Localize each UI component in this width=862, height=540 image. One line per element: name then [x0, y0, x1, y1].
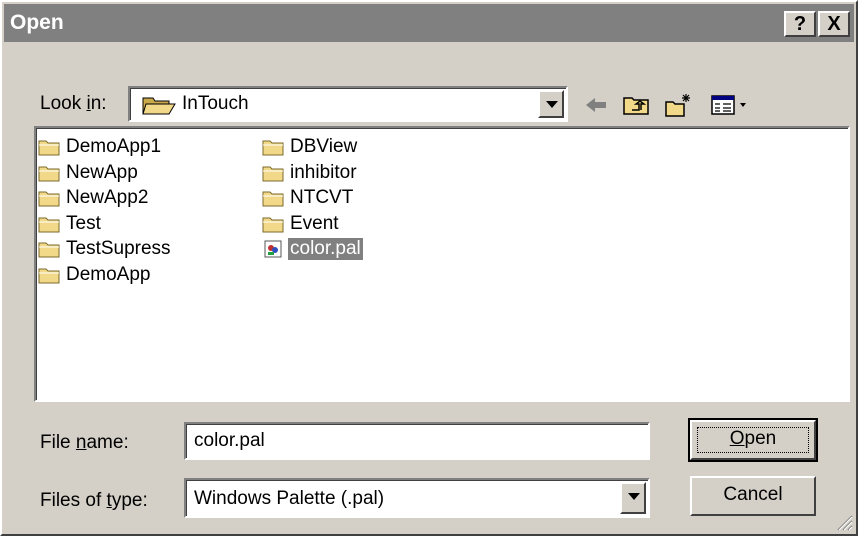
open-button[interactable]: Open [688, 418, 818, 462]
file-type-dropdown-button[interactable] [620, 482, 646, 514]
up-one-level-icon[interactable] [622, 92, 650, 118]
file-name-value: color.pal [194, 430, 265, 451]
cancel-button[interactable]: Cancel [690, 476, 816, 516]
open-folder-icon [142, 97, 176, 115]
open-dialog: Open ? X Look in: InTouch DemoApp1 NewApp… [0, 0, 858, 536]
resize-grip-icon[interactable] [834, 512, 854, 532]
file-name-text: DBView [290, 136, 358, 157]
look-in-value: InTouch [182, 93, 249, 114]
file-type-value: Windows Palette (.pal) [194, 488, 385, 509]
look-in-label: Look in: [40, 93, 107, 114]
file-name-text: Event [290, 212, 339, 234]
view-menu-icon[interactable] [710, 92, 750, 118]
file-name-text: DemoApp [66, 263, 151, 285]
file-list[interactable]: DemoApp1 NewApp NewApp2 Test TestSupress Demo… [34, 126, 850, 402]
file-name-text: TestSupress [66, 238, 171, 259]
folder-icon [38, 268, 60, 283]
file-name-input[interactable]: color.pal [184, 422, 650, 460]
folder-icon [38, 217, 60, 232]
back-arrow-icon[interactable] [582, 92, 610, 118]
folder-icon [262, 217, 284, 232]
look-in-combobox[interactable]: InTouch [128, 86, 568, 122]
file-name-text: color.pal [288, 238, 363, 260]
folder-icon [262, 140, 284, 156]
file-name-text: NTCVT [290, 187, 354, 208]
folder-icon [38, 140, 60, 156]
folder-icon [38, 242, 60, 258]
title-bar[interactable]: Open ? X [4, 4, 854, 42]
file-name-text: NewApp2 [66, 187, 149, 208]
file-name-text: NewApp [66, 161, 138, 183]
file-name-text: Test [66, 212, 101, 234]
dialog-title: Open [10, 11, 64, 34]
file-name-text: inhibitor [290, 161, 357, 183]
file-name-label: File name: [40, 432, 129, 453]
folder-icon [262, 166, 284, 181]
file-name-text: DemoApp1 [66, 136, 162, 157]
palette-file-icon [264, 240, 282, 258]
file-type-combobox[interactable]: Windows Palette (.pal) [184, 478, 650, 518]
close-button[interactable]: X [818, 11, 850, 37]
help-button[interactable]: ? [784, 11, 816, 37]
new-folder-icon[interactable] [664, 92, 692, 118]
folder-icon [262, 191, 284, 207]
folder-icon [38, 191, 60, 207]
folder-icon [38, 166, 60, 181]
file-type-label: Files of type: [40, 490, 148, 511]
look-in-dropdown-button[interactable] [538, 90, 564, 118]
